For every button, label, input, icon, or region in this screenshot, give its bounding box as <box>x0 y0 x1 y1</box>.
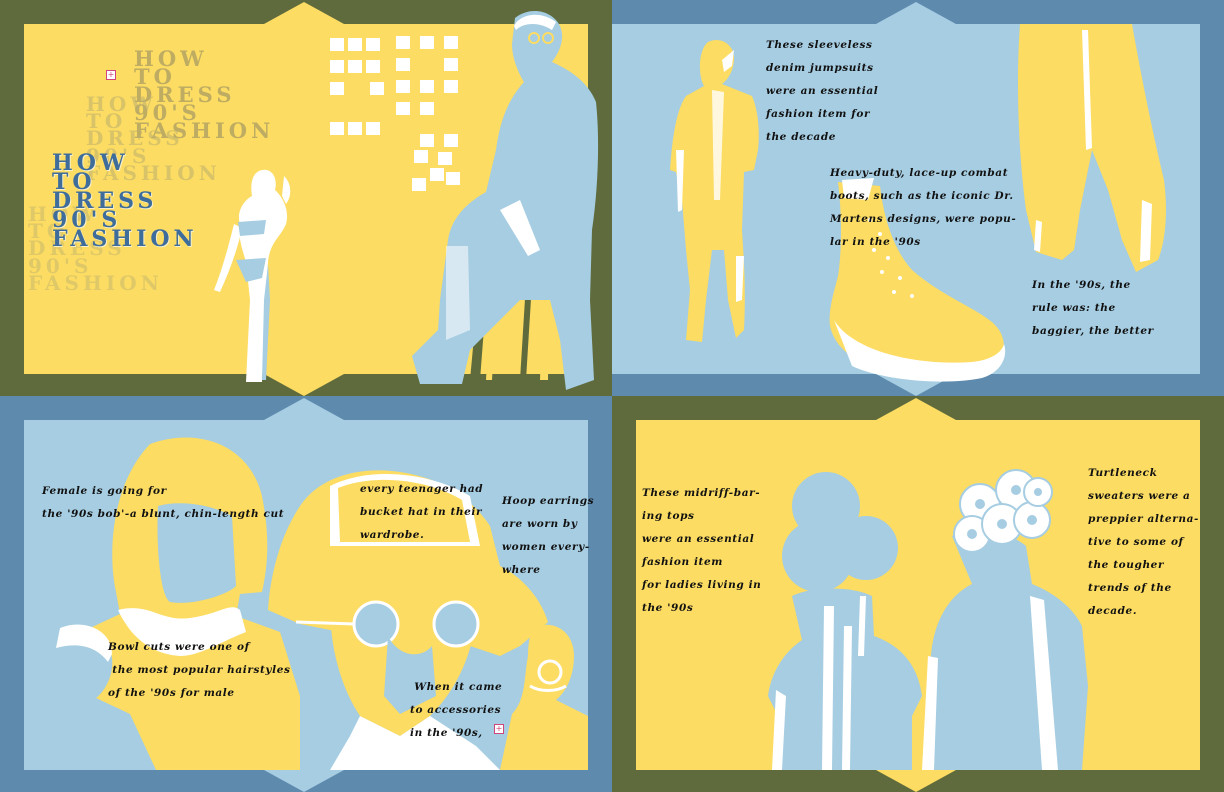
accessories-caption: When it came to accessories in the '90s, <box>410 681 503 739</box>
page-title: HOW TO DRESS 90'S FASHION <box>52 150 198 252</box>
midriff-caption: These midriff-bar- ing tops were an esse… <box>642 487 762 614</box>
boots-caption: Heavy-duty, lace-up combat boots, such a… <box>830 167 1017 248</box>
bob-caption: Female is going for the '90s bob'-a blun… <box>42 485 285 520</box>
hoop-caption: Hoop earrings are worn by women every- w… <box>502 495 595 576</box>
plus-box-icon[interactable]: + <box>494 724 504 734</box>
jumpsuit-caption: These sleeveless denim jumpsuits were an… <box>766 39 879 143</box>
panel-how-to-dress: HOW TO DRESS 90'S FASHION HOW TO DRESS 9… <box>0 0 612 396</box>
panel3-illustration <box>0 396 612 792</box>
turtleneck-caption: Turtleneck sweaters were a preppier alte… <box>1088 467 1199 617</box>
plus-box-icon[interactable]: + <box>106 70 116 80</box>
panel-denim-boots: These sleeveless denim jumpsuits were an… <box>612 0 1224 396</box>
panel-hair-accessories: Female is going for the '90s bob'-a blun… <box>0 396 612 792</box>
bucket-hat-caption: every teenager had bucket hat in their w… <box>360 483 484 541</box>
bowl-cut-caption: Bowl cuts were one of the most popular h… <box>108 641 291 699</box>
baggy-caption: In the '90s, the rule was: the baggier, … <box>1032 279 1154 337</box>
panel-tops-sweaters: These midriff-bar- ing tops were an esse… <box>612 396 1224 792</box>
